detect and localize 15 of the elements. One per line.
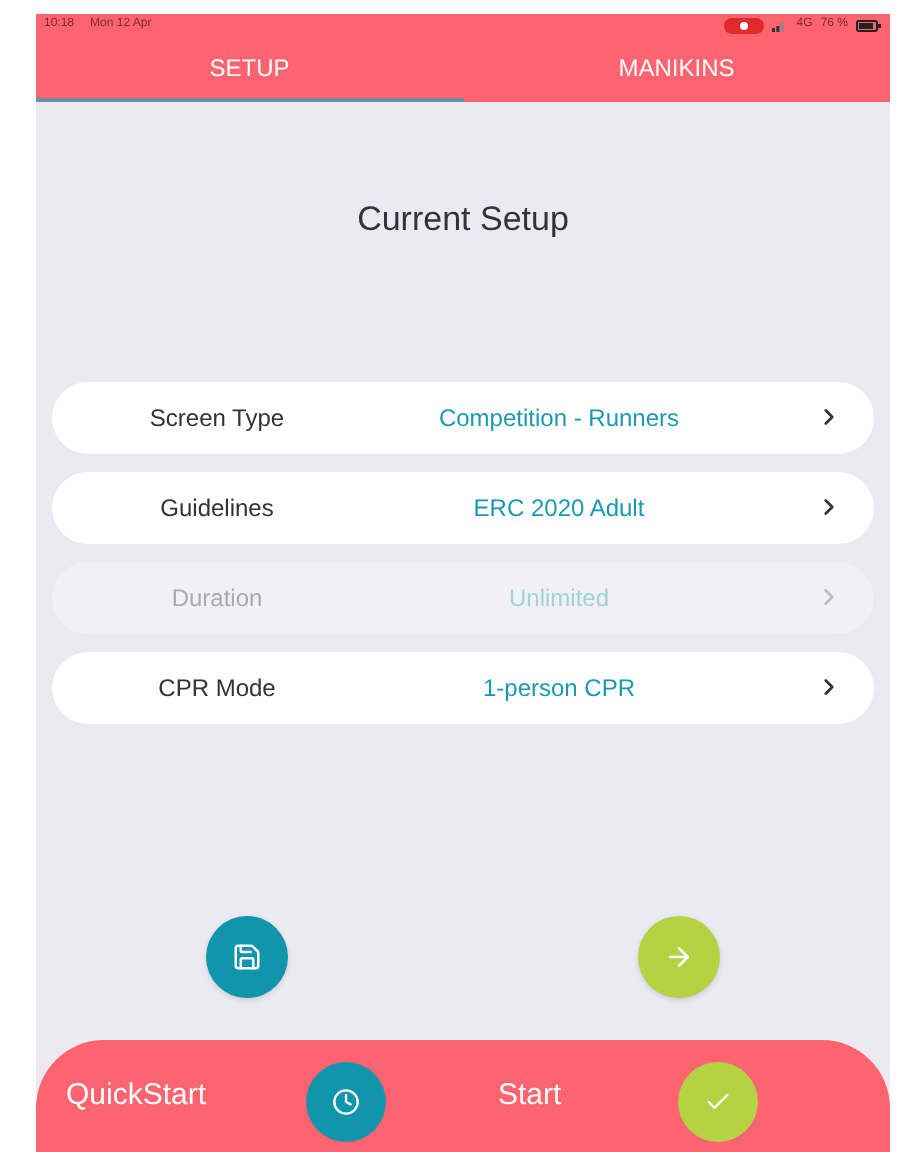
setting-row[interactable]: Screen Type Competition - Runners — [52, 381, 874, 453]
page-title: Current Setup — [357, 198, 569, 242]
clock-icon — [332, 1088, 360, 1116]
quickstart-button[interactable]: QuickStart — [66, 1073, 306, 1119]
recording-indicator-icon — [724, 17, 765, 33]
start-icon-button[interactable] — [678, 1062, 758, 1142]
tab[interactable]: MANIKINS — [463, 36, 890, 102]
battery-icon — [856, 19, 882, 31]
arrow-right-icon — [664, 941, 694, 971]
signal-icon — [772, 19, 789, 31]
save-button[interactable] — [206, 915, 288, 997]
start-button[interactable]: Start — [498, 1073, 678, 1119]
setting-row[interactable]: CPR Mode 1-person CPR — [52, 651, 874, 723]
quickstart-icon-button[interactable] — [306, 1062, 386, 1142]
setting-row[interactable]: Guidelines ERC 2020 Adult — [52, 471, 874, 543]
